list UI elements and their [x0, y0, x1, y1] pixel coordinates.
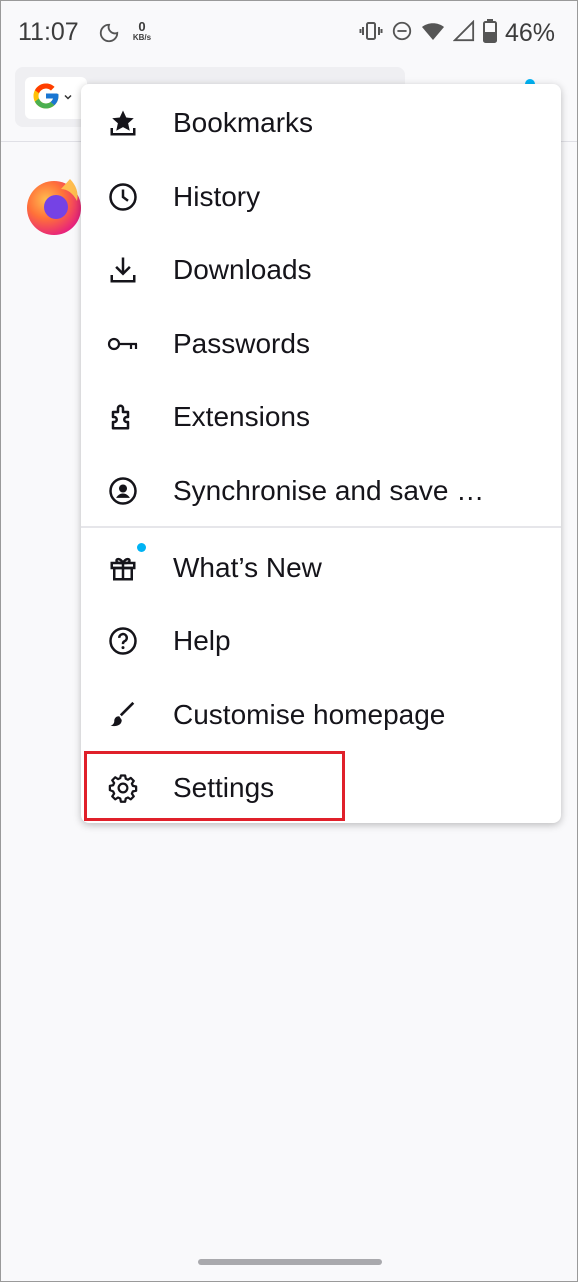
puzzle-icon: [107, 401, 139, 433]
bookmark-star-icon: [107, 107, 139, 139]
menu-item-label: Customise homepage: [173, 698, 446, 730]
menu-item-sync[interactable]: Synchronise and save …: [81, 454, 561, 527]
search-engine-selector[interactable]: [25, 77, 87, 119]
menu-item-whats-new[interactable]: What’s New: [81, 531, 561, 604]
menu-item-label: What’s New: [173, 551, 322, 583]
google-logo-icon: [31, 81, 61, 116]
menu-item-help[interactable]: Help: [81, 604, 561, 677]
battery-icon: [482, 19, 497, 48]
menu-item-label: Synchronise and save …: [173, 474, 485, 506]
key-icon: [107, 328, 139, 360]
gesture-home-indicator[interactable]: [198, 1259, 382, 1265]
status-icons: 46%: [359, 19, 555, 48]
help-icon: [107, 625, 139, 657]
screen: 11:07 0 KB/s 46% Bookmarks History Downl…: [0, 0, 578, 1282]
menu-item-label: Downloads: [173, 253, 312, 285]
menu-item-customise-homepage[interactable]: Customise homepage: [81, 678, 561, 751]
status-bar: 11:07 0 KB/s 46%: [1, 1, 577, 65]
clock-icon: [107, 181, 139, 213]
brush-icon: [107, 699, 139, 731]
firefox-logo-icon: [25, 173, 85, 242]
wifi-icon: [421, 20, 445, 47]
net-speed: 0 KB/s: [129, 20, 155, 42]
menu-item-label: Bookmarks: [173, 106, 314, 138]
menu-item-label: History: [173, 180, 261, 212]
signal-icon: [452, 19, 475, 47]
menu-divider: [81, 526, 561, 528]
net-speed-value: 0: [138, 19, 146, 34]
menu-item-downloads[interactable]: Downloads: [81, 233, 561, 306]
menu-item-history[interactable]: History: [81, 160, 561, 233]
chevron-down-icon: [63, 89, 73, 107]
menu-item-bookmarks[interactable]: Bookmarks: [81, 86, 561, 159]
clock-time: 11:07: [18, 18, 79, 46]
vibrate-icon: [359, 19, 383, 48]
gift-icon: [107, 552, 139, 584]
account-icon: [107, 475, 139, 507]
menu-item-passwords[interactable]: Passwords: [81, 307, 561, 380]
dnd-moon-icon: [98, 22, 120, 49]
new-badge-dot: [137, 543, 146, 552]
menu-item-label: Help: [173, 624, 231, 656]
download-icon: [107, 254, 139, 286]
main-menu: Bookmarks History Downloads Passwords Ex: [81, 84, 561, 823]
battery-level: 46%: [504, 19, 555, 47]
do-not-disturb-icon: [391, 20, 413, 47]
settings-highlight-box: [84, 751, 345, 821]
menu-item-label: Extensions: [173, 400, 310, 432]
menu-item-extensions[interactable]: Extensions: [81, 380, 561, 453]
net-speed-unit: KB/s: [132, 33, 152, 42]
menu-item-label: Passwords: [173, 327, 310, 359]
